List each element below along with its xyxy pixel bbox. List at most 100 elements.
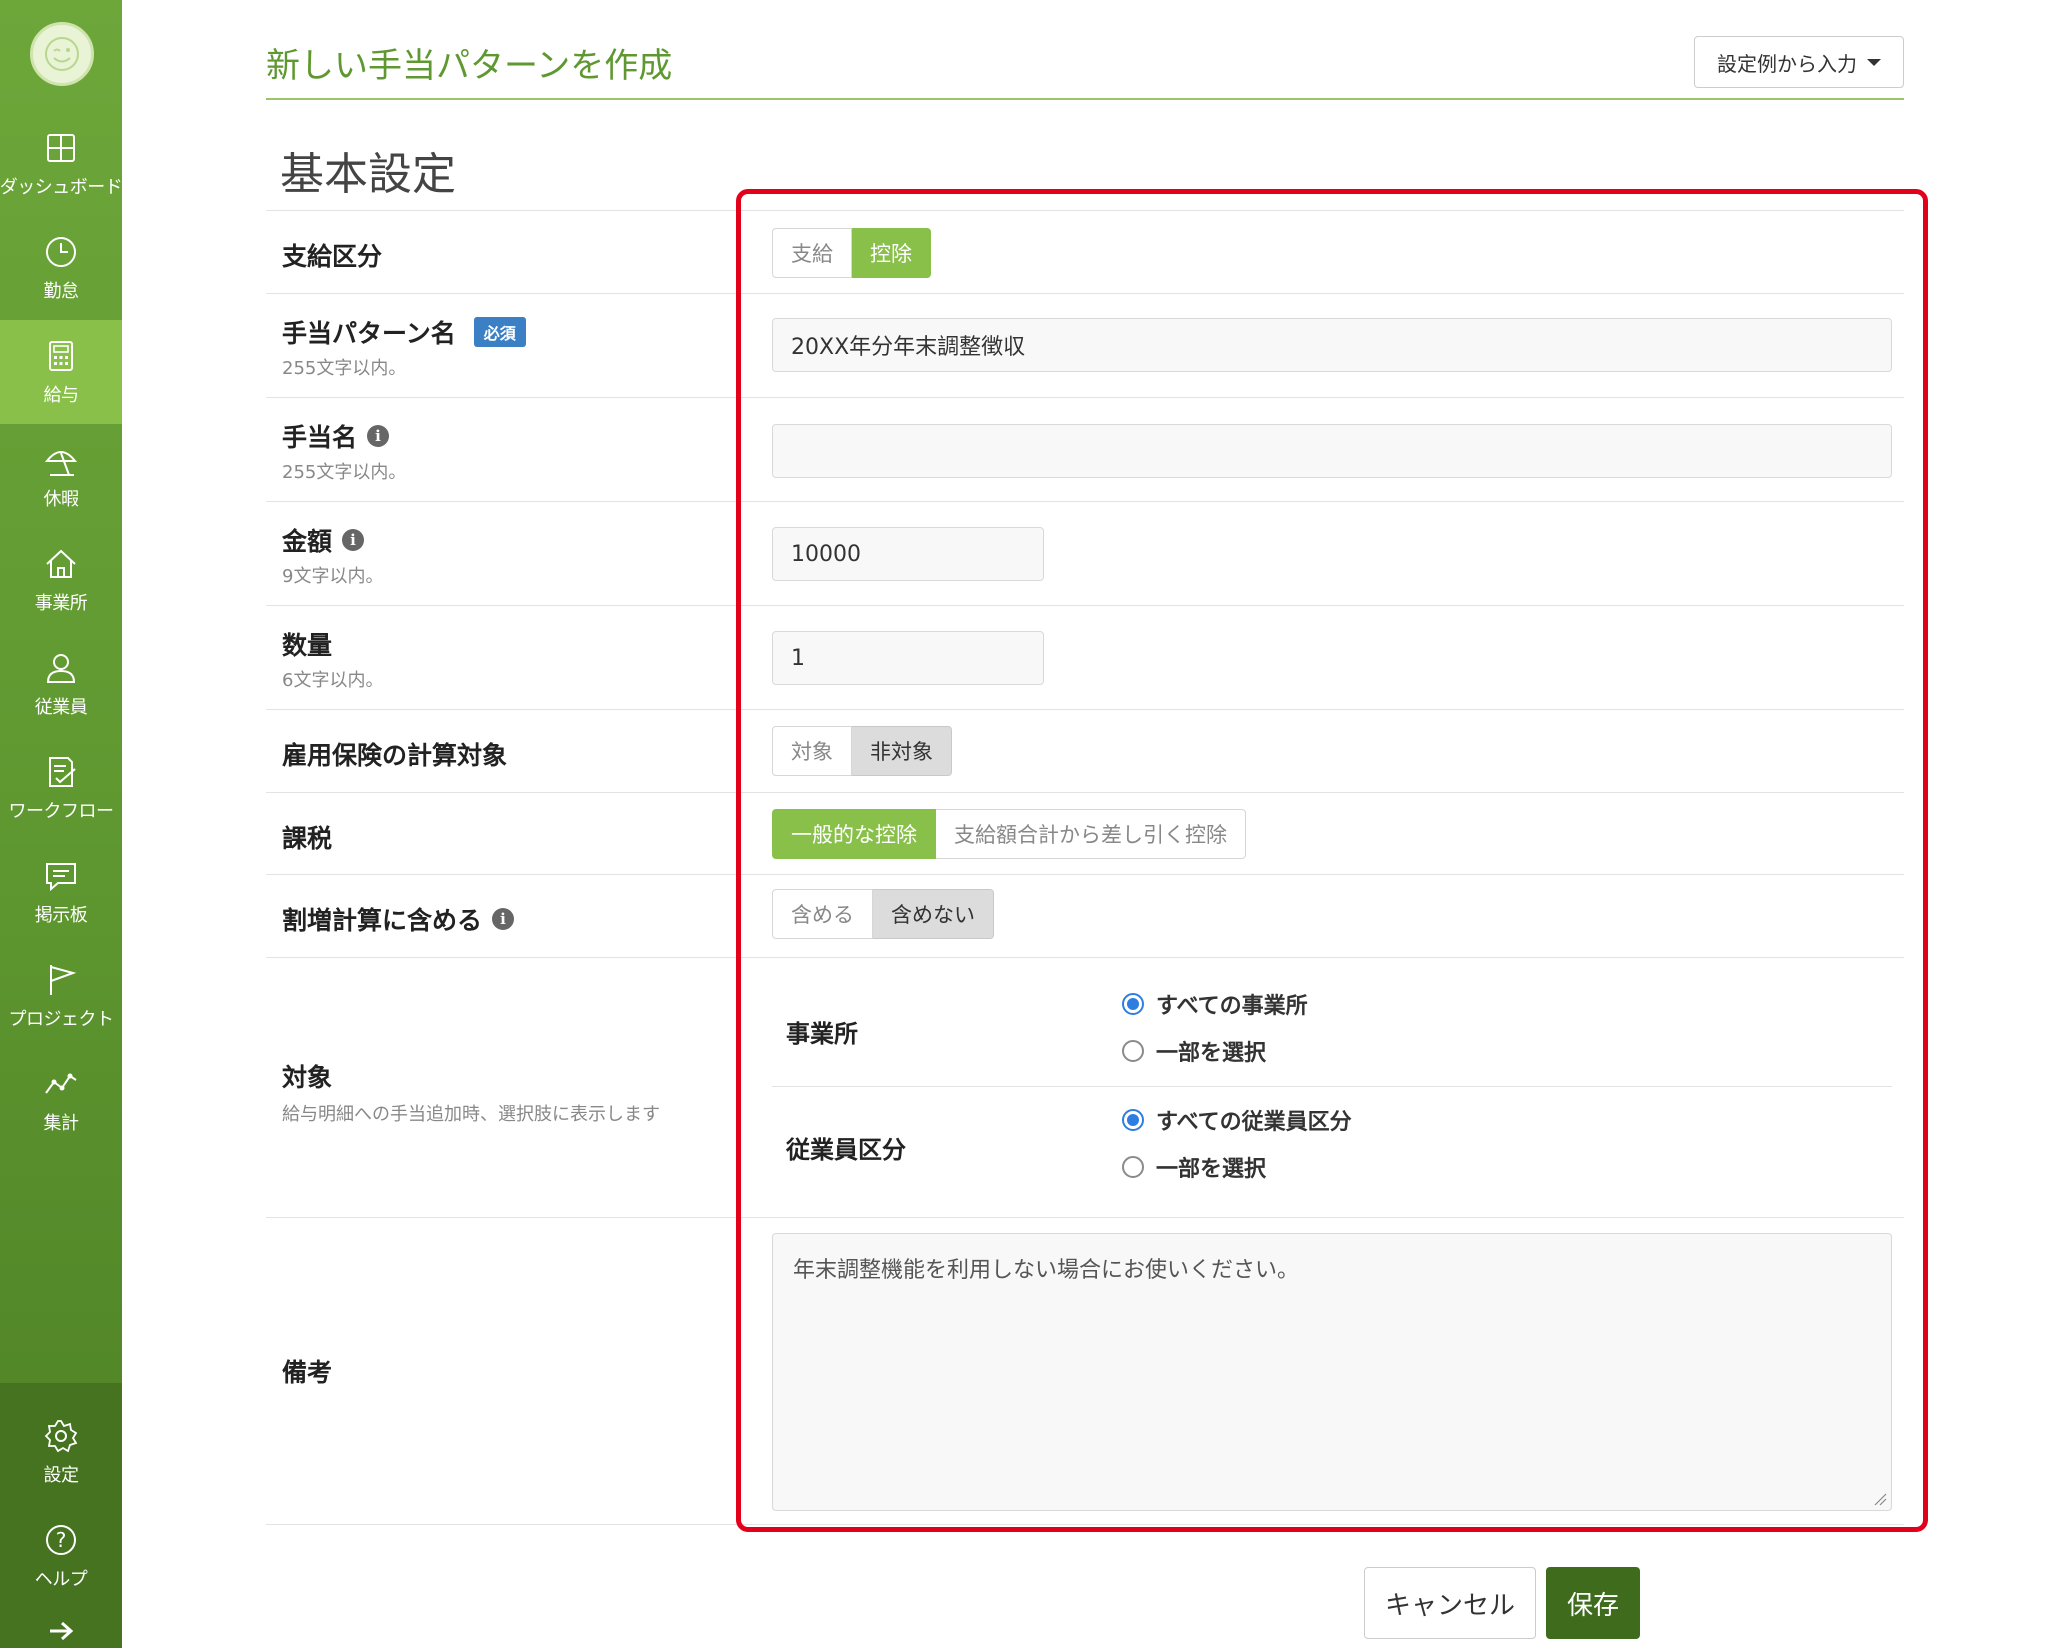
sidebar-item-label: プロジェクト (8, 1009, 115, 1030)
sidebar-item-reports[interactable]: 集計 (0, 1048, 122, 1152)
field-label: 雇用保険の計算対象 (282, 741, 508, 770)
chat-icon (42, 857, 80, 895)
employment-insurance-toggle: 対象 非対象 (772, 726, 952, 776)
row-employment-insurance: 雇用保険の計算対象 対象 非対象 (266, 709, 1904, 792)
sidebar-item-help[interactable]: ? ヘルプ (0, 1504, 122, 1608)
radio-button[interactable] (1122, 1156, 1144, 1178)
line-chart-icon (42, 1065, 80, 1103)
overtime-option-exclude[interactable]: 含めない (873, 889, 994, 939)
avatar[interactable] (30, 22, 94, 86)
office-label: 事業所 (786, 1020, 858, 1048)
sidebar-item-office[interactable]: 事業所 (0, 528, 122, 632)
sidebar-item-label: 勤怠 (43, 281, 80, 302)
amount-input[interactable]: 10000 (772, 527, 1044, 581)
sidebar-item-board[interactable]: 掲示板 (0, 840, 122, 944)
page-title: 新しい手当パターンを作成 (266, 46, 673, 86)
sidebar-item-label: 事業所 (34, 593, 88, 614)
svg-text:?: ? (56, 1528, 67, 1552)
taxation-option-general[interactable]: 一般的な控除 (772, 809, 936, 859)
page-header: 新しい手当パターンを作成 設定例から入力 (266, 28, 1904, 100)
checklist-icon (42, 753, 80, 791)
payment-type-option-pay[interactable]: 支給 (772, 228, 852, 278)
notes-textarea[interactable]: 年末調整機能を利用しない場合にお使いください。 (772, 1233, 1892, 1511)
employee-class-radio-all[interactable]: すべての従業員区分 (1122, 1104, 1352, 1136)
row-taxation: 課税 一般的な控除 支給額合計から差し引く控除 (266, 792, 1904, 874)
row-amount: 金額 i 9文字以内。 10000 (266, 501, 1904, 605)
section-title: 基本設定 (280, 149, 456, 200)
examples-button-label: 設定例から入力 (1717, 51, 1857, 76)
sidebar-item-employees[interactable]: 従業員 (0, 632, 122, 736)
allowance-name-input[interactable] (772, 424, 1892, 478)
resize-handle-icon[interactable] (1873, 1492, 1887, 1506)
dashboard-icon (42, 129, 80, 167)
sidebar-item-payroll[interactable]: 給与 (0, 320, 122, 424)
notes-text: 年末調整機能を利用しない場合にお使いください。 (793, 1258, 1300, 1283)
field-label: 手当パターン名 (282, 319, 456, 348)
radio-label: 一部を選択 (1156, 1157, 1267, 1182)
row-payment-type: 支給区分 支給 控除 (266, 210, 1904, 293)
cancel-button[interactable]: キャンセル (1364, 1567, 1536, 1639)
radio-label: すべての従業員区分 (1156, 1110, 1352, 1135)
sidebar-item-label: 集計 (43, 1113, 80, 1134)
employee-class-label: 従業員区分 (786, 1136, 906, 1164)
row-overtime: 割増計算に含める i 含める 含めない (266, 874, 1904, 957)
arrow-right-icon[interactable] (46, 1620, 76, 1642)
sidebar-item-dashboard[interactable]: ダッシュボード (0, 112, 123, 216)
field-label: 備考 (282, 1358, 333, 1387)
info-icon[interactable]: i (342, 529, 365, 551)
row-quantity: 数量 6文字以内。 1 (266, 605, 1904, 709)
row-target: 対象 給与明細への手当追加時、選択肢に表示します 事業所 すべての事業所 一部を… (266, 957, 1904, 1217)
home-icon (42, 545, 80, 583)
flag-icon (42, 961, 80, 999)
gear-icon (42, 1417, 80, 1455)
calculator-icon (42, 337, 80, 375)
radio-button[interactable] (1122, 1109, 1144, 1131)
sidebar-item-label: ヘルプ (34, 1569, 88, 1590)
employment-insurance-option-nontarget[interactable]: 非対象 (852, 726, 952, 776)
required-badge: 必須 (473, 317, 526, 347)
quantity-input[interactable]: 1 (772, 631, 1044, 685)
radio-button[interactable] (1122, 993, 1144, 1015)
sidebar-item-label: 従業員 (34, 697, 88, 718)
pattern-name-input[interactable]: 20XX年分年末調整徴収 (772, 318, 1892, 372)
radio-label: 一部を選択 (1156, 1041, 1267, 1066)
payment-type-option-deduction[interactable]: 控除 (852, 228, 931, 278)
examples-dropdown-button[interactable]: 設定例から入力 (1694, 36, 1904, 88)
sidebar-item-label: 休暇 (43, 489, 80, 510)
sidebar-item-label: ワークフロー (8, 801, 115, 822)
field-hint: 9文字以内。 (282, 566, 384, 587)
row-pattern-name: 手当パターン名 必須 255文字以内。 20XX年分年末調整徴収 (266, 293, 1904, 397)
info-icon[interactable]: i (367, 425, 390, 447)
caret-down-icon (1867, 58, 1881, 66)
divider (772, 1086, 1892, 1087)
radio-button[interactable] (1122, 1040, 1144, 1062)
smiley-icon (45, 37, 79, 71)
field-label: 支給区分 (282, 242, 383, 271)
row-allowance-name: 手当名 i 255文字以内。 (266, 397, 1904, 501)
sidebar-item-settings[interactable]: 設定 (0, 1400, 122, 1504)
sidebar-item-label: 掲示板 (34, 905, 88, 926)
overtime-option-include[interactable]: 含める (772, 889, 873, 939)
office-radio-all[interactable]: すべての事業所 (1122, 988, 1308, 1020)
sidebar-item-project[interactable]: プロジェクト (0, 944, 122, 1048)
office-radio-partial[interactable]: 一部を選択 (1122, 1035, 1266, 1067)
field-label: 数量 (282, 631, 333, 660)
employment-insurance-option-target[interactable]: 対象 (772, 726, 852, 776)
field-hint: 給与明細への手当追加時、選択肢に表示します (282, 1104, 660, 1125)
field-label: 手当名 (282, 423, 358, 452)
payment-type-toggle: 支給 控除 (772, 228, 931, 278)
sidebar-item-label: 給与 (43, 385, 80, 406)
field-label: 対象 (282, 1063, 333, 1092)
sidebar-item-workflow[interactable]: ワークフロー (0, 736, 122, 840)
taxation-option-subtract[interactable]: 支給額合計から差し引く控除 (936, 809, 1246, 859)
clock-icon (42, 233, 80, 271)
sidebar-item-attendance[interactable]: 勤怠 (0, 216, 122, 320)
info-icon[interactable]: i (492, 908, 515, 930)
save-button[interactable]: 保存 (1546, 1567, 1640, 1639)
row-notes: 備考 年末調整機能を利用しない場合にお使いください。 (266, 1217, 1904, 1525)
parasol-icon (42, 441, 80, 479)
sidebar-item-leave[interactable]: 休暇 (0, 424, 122, 528)
employee-class-radio-partial[interactable]: 一部を選択 (1122, 1151, 1266, 1183)
field-hint: 255文字以内。 (282, 358, 407, 379)
field-label: 課税 (282, 824, 333, 853)
